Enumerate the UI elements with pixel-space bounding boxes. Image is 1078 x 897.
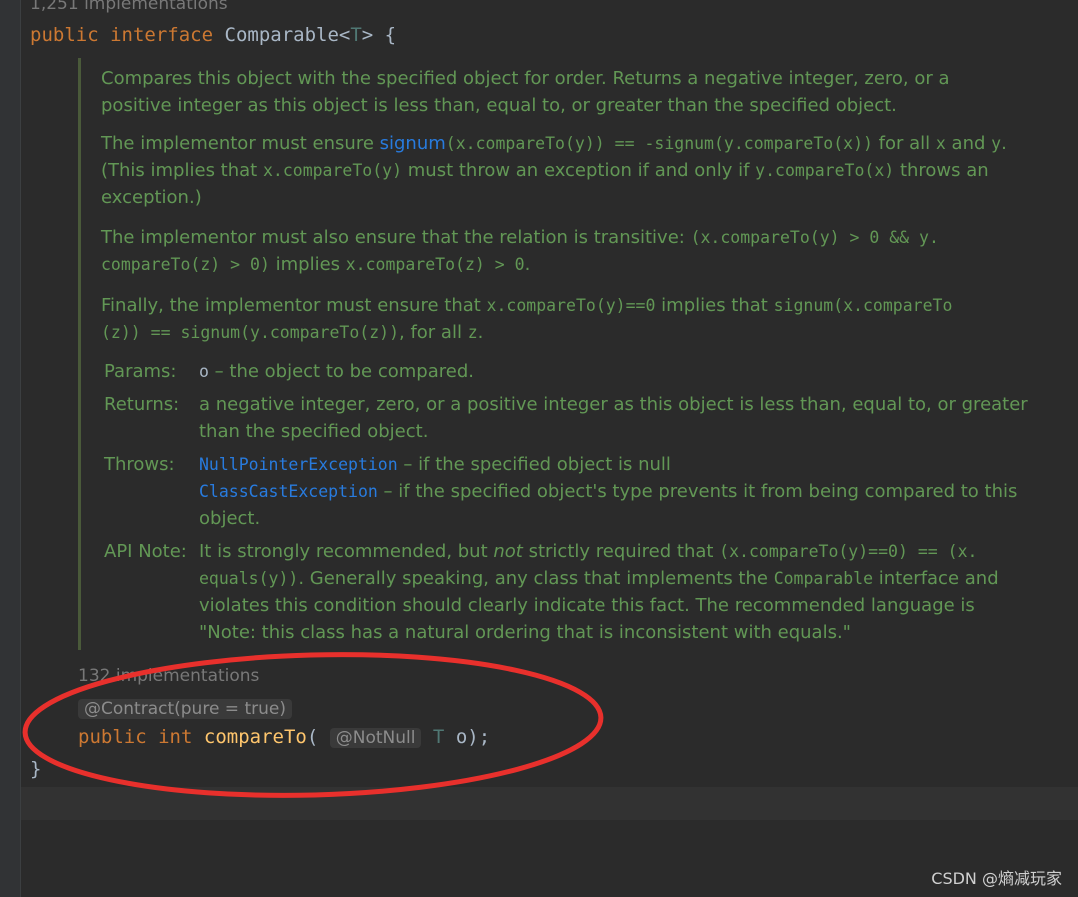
param-name: o bbox=[455, 726, 468, 748]
params-value: o – the object to be compared. bbox=[199, 361, 474, 382]
apinote-value: It is strongly recommended, but not stri… bbox=[199, 541, 999, 643]
doc-paragraph-4: Finally, the implementor must ensure tha… bbox=[101, 295, 953, 343]
implementations-hint-top[interactable]: 1,251 implementations bbox=[30, 0, 228, 14]
implementations-hint-method[interactable]: 132 implementations bbox=[78, 666, 259, 686]
watermark: CSDN @熵减玩家 bbox=[931, 869, 1062, 888]
current-line-highlight bbox=[21, 787, 1078, 820]
contract-annotation[interactable]: @Contract(pure = true) bbox=[78, 699, 292, 719]
interface-name[interactable]: Comparable bbox=[225, 24, 339, 46]
doc-paragraph-2: The implementor must ensure signum(x.com… bbox=[101, 133, 1007, 208]
throws-label: Throws: bbox=[104, 454, 175, 475]
param-type[interactable]: T bbox=[433, 726, 444, 748]
throws-value: NullPointerException – if the specified … bbox=[199, 454, 1018, 529]
rendered-javadoc: Compares this object with the specified … bbox=[78, 58, 1041, 650]
apinote-label: API Note: bbox=[104, 541, 187, 562]
npe-link[interactable]: NullPointerException bbox=[199, 455, 398, 474]
method-declaration: public int compareTo( @NotNull T o); bbox=[78, 726, 491, 748]
type-parameter[interactable]: T bbox=[350, 24, 361, 46]
keyword-public: public bbox=[30, 24, 99, 46]
params-label: Params: bbox=[104, 361, 177, 382]
contract-annotation-row: @Contract(pure = true) bbox=[78, 699, 292, 719]
keyword-interface: interface bbox=[110, 24, 214, 46]
angle-open: < bbox=[338, 24, 351, 46]
doc-paragraph-1: Compares this object with the specified … bbox=[101, 68, 950, 116]
method-name[interactable]: compareTo bbox=[204, 726, 307, 748]
closing-brace: } bbox=[30, 758, 42, 780]
notnull-annotation[interactable]: @NotNull bbox=[329, 728, 422, 748]
editor-gutter bbox=[0, 0, 21, 897]
returns-value: a negative integer, zero, or a positive … bbox=[199, 394, 1028, 442]
cce-link[interactable]: ClassCastException bbox=[199, 482, 378, 501]
param-name: o bbox=[199, 362, 209, 381]
interface-declaration: public interface Comparable<T> { bbox=[30, 24, 396, 46]
keyword-public: public bbox=[78, 726, 147, 748]
doc-paragraph-3: The implementor must also ensure that th… bbox=[101, 227, 939, 275]
signum-link[interactable]: signum bbox=[380, 133, 446, 154]
interface-decl-rest: > { bbox=[361, 24, 397, 46]
returns-label: Returns: bbox=[104, 394, 180, 415]
keyword-int: int bbox=[158, 726, 193, 748]
